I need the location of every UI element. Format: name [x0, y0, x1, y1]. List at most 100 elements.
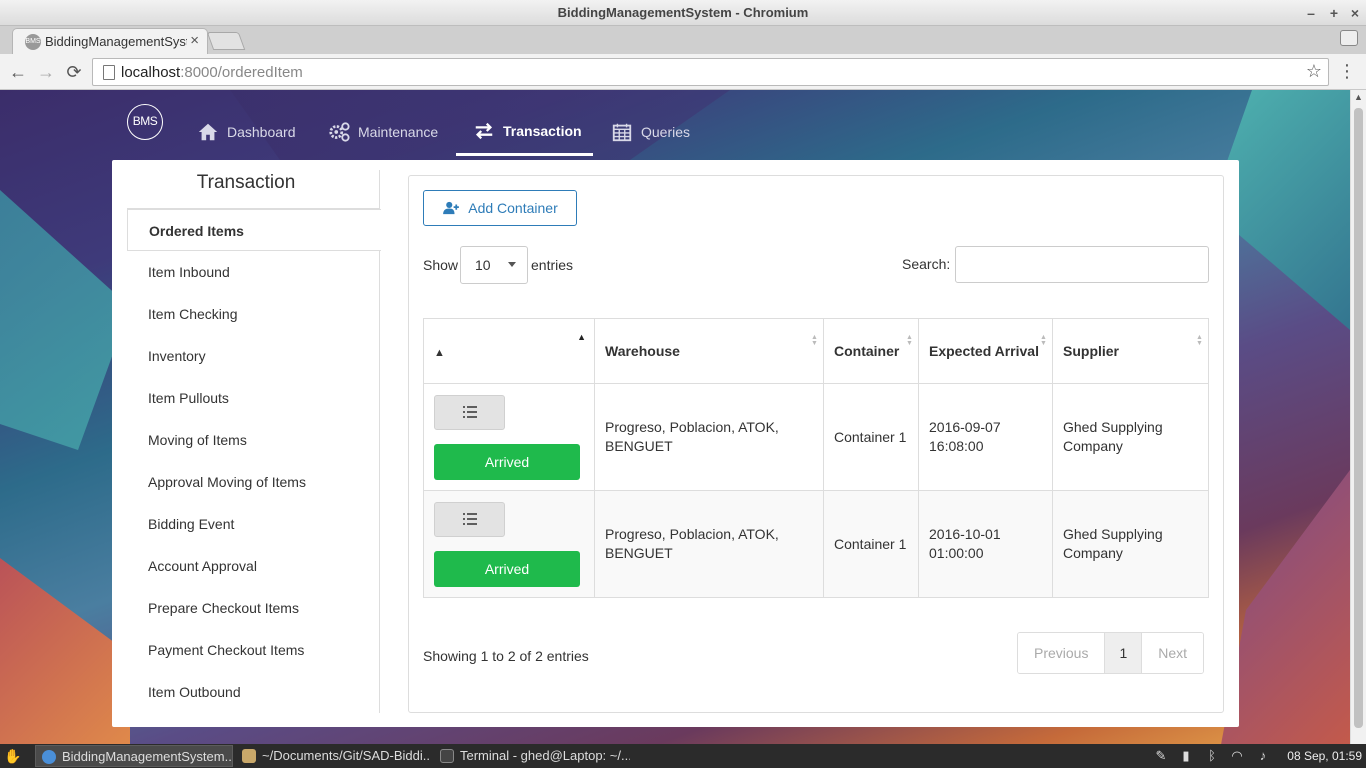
sort-up-icon: ▲ [577, 332, 586, 342]
window-titlebar: BiddingManagementSystem - Chromium – + × [0, 0, 1366, 26]
table-info: Showing 1 to 2 of 2 entries [423, 648, 589, 664]
chromium-icon [42, 750, 56, 764]
taskbar-item-files[interactable]: ~/Documents/Git/SAD-Biddi... [236, 745, 431, 767]
add-container-button[interactable]: Add Container [423, 190, 577, 226]
nav-dashboard[interactable]: Dashboard [197, 90, 296, 156]
scroll-up-icon[interactable]: ▲ [1354, 92, 1363, 102]
column-header-supplier[interactable]: Supplier ▲ ▼ [1052, 318, 1209, 384]
search-input[interactable] [955, 246, 1209, 283]
new-tab-button[interactable] [206, 32, 246, 50]
sidebar: Ordered Items Item Inbound Item Checking… [127, 170, 381, 713]
next-page-button[interactable]: Next [1141, 633, 1204, 673]
background-shape [1220, 470, 1350, 744]
view-list-button[interactable] [434, 501, 505, 537]
gears-icon [329, 122, 350, 142]
list-icon [462, 406, 477, 418]
sidebar-item-account-approval[interactable]: Account Approval [127, 545, 380, 587]
volume-icon[interactable]: ♪ [1255, 747, 1271, 765]
sort-both-icon: ▲ ▼ [1196, 334, 1203, 347]
sidebar-item-bidding-event[interactable]: Bidding Event [127, 503, 380, 545]
add-container-label: Add Container [468, 200, 558, 216]
sort-both-icon: ▲ ▼ [906, 334, 913, 347]
maximize-button[interactable]: + [1326, 0, 1342, 26]
sidebar-item-payment-checkout[interactable]: Payment Checkout Items [127, 629, 380, 671]
list-icon [462, 513, 477, 525]
taskbar-item-terminal[interactable]: Terminal - ghed@Laptop: ~/... [434, 745, 630, 767]
arrived-button[interactable]: Arrived [434, 443, 580, 480]
browser-tab[interactable]: BMS BiddingManagementSystem × [12, 28, 208, 54]
supplier-cell: Ghed Supplying Company [1052, 383, 1209, 491]
folder-icon [242, 749, 256, 763]
taskbar-item-chromium[interactable]: BiddingManagementSystem... [35, 745, 233, 767]
tab-title: BiddingManagementSystem [45, 34, 187, 49]
previous-page-button[interactable]: Previous [1018, 633, 1105, 673]
tab-strip: BMS BiddingManagementSystem × [0, 26, 1366, 54]
arrived-button[interactable]: Arrived [434, 550, 580, 587]
row-actions-cell: Arrived [423, 383, 595, 491]
length-value: 10 [475, 257, 491, 273]
column-header-warehouse[interactable]: Warehouse ▲ ▼ [594, 318, 824, 384]
row-actions-cell: Arrived [423, 490, 595, 598]
warehouse-cell: Progreso, Poblacion, ATOK, BENGUET [594, 490, 824, 598]
arrival-cell: 2016-10-01 01:00:00 [918, 490, 1053, 598]
page-scrollbar[interactable]: ▲ [1350, 90, 1366, 744]
entries-label: entries [531, 257, 574, 273]
address-bar[interactable]: localhost:8000/orderedItem ☆ [92, 58, 1329, 86]
sidebar-item-prepare-checkout[interactable]: Prepare Checkout Items [127, 587, 380, 629]
nav-maintenance[interactable]: Maintenance [328, 90, 438, 156]
page-1-button[interactable]: 1 [1104, 633, 1142, 673]
table-header-row: ▲ ▲ Warehouse ▲▼ Container ▲▼ Expected [423, 318, 1209, 384]
sort-both-icon: ▲ ▼ [811, 334, 818, 347]
sidebar-item-ordered-items[interactable]: Ordered Items [127, 209, 381, 251]
profile-icon[interactable] [1340, 30, 1358, 46]
close-window-button[interactable]: × [1347, 0, 1363, 26]
page-icon [103, 65, 115, 80]
forward-icon[interactable]: → [34, 60, 58, 84]
battery-icon[interactable]: ▮ [1178, 747, 1194, 765]
top-navbar: BMS Dashboard Maintenance Transaction Qu… [0, 90, 1350, 160]
page-viewport: BMS Dashboard Maintenance Transaction Qu… [0, 90, 1350, 744]
sort-asc-icon: ▲ [434, 347, 445, 359]
add-user-icon [443, 201, 460, 215]
back-icon[interactable]: ← [6, 60, 30, 84]
column-header-actions[interactable]: ▲ ▲ [423, 318, 595, 384]
sidebar-item-inventory[interactable]: Inventory [127, 335, 380, 377]
os-taskbar: ✋ BiddingManagementSystem... ~/Documents… [0, 744, 1366, 768]
bms-logo[interactable]: BMS [127, 104, 163, 140]
reload-icon[interactable]: ⟳ [62, 60, 86, 84]
column-header-expected-arrival[interactable]: Expected Arrival ▲ ▼ [918, 318, 1053, 384]
column-header-container[interactable]: Container ▲ ▼ [823, 318, 919, 384]
bookmark-star-icon[interactable]: ☆ [1306, 61, 1322, 82]
entries-length-select[interactable]: 10 [460, 246, 528, 284]
notes-icon[interactable]: ✎ [1153, 747, 1169, 765]
view-list-button[interactable] [434, 394, 505, 430]
taskbar-clock[interactable]: 08 Sep, 01:59 [1287, 744, 1362, 768]
terminal-icon [440, 749, 454, 763]
sidebar-item-approval-moving[interactable]: Approval Moving of Items [127, 461, 380, 503]
nav-queries[interactable]: Queries [611, 90, 690, 156]
container-cell: Container 1 [823, 490, 919, 598]
chevron-down-icon [508, 262, 516, 267]
minimize-button[interactable]: – [1303, 0, 1319, 26]
scrollbar-thumb[interactable] [1354, 108, 1363, 728]
warehouse-cell: Progreso, Poblacion, ATOK, BENGUET [594, 383, 824, 491]
search-label: Search: [902, 256, 951, 272]
sidebar-item-item-inbound[interactable]: Item Inbound [127, 251, 380, 293]
url-text: localhost:8000/orderedItem [121, 64, 303, 81]
home-icon [198, 123, 218, 141]
sidebar-item-item-pullouts[interactable]: Item Pullouts [127, 377, 380, 419]
start-menu-icon[interactable]: ✋ [4, 747, 21, 765]
pagination: Previous 1 Next [1017, 632, 1205, 674]
tab-close-icon[interactable]: × [190, 32, 199, 49]
bluetooth-icon[interactable]: ᛒ [1204, 747, 1220, 765]
sidebar-item-item-outbound[interactable]: Item Outbound [127, 671, 380, 713]
wifi-icon[interactable]: ◠ [1229, 747, 1245, 765]
container-cell: Container 1 [823, 383, 919, 491]
background-shape [0, 558, 130, 744]
table-row: Arrived Progreso, Poblacion, ATOK, BENGU… [423, 490, 1209, 598]
sidebar-item-item-checking[interactable]: Item Checking [127, 293, 380, 335]
sidebar-item-moving-of-items[interactable]: Moving of Items [127, 419, 380, 461]
browser-menu-icon[interactable]: ⋮ [1338, 61, 1356, 82]
exchange-icon [475, 122, 493, 139]
nav-transaction[interactable]: Transaction [456, 90, 593, 156]
